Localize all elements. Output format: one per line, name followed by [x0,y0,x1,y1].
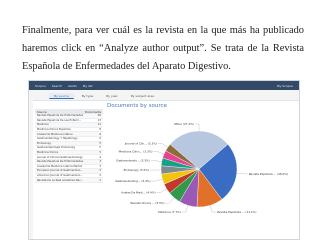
tab-by-year[interactable]: By year [101,93,122,99]
document-count: 5 [99,146,101,150]
pie-label: Revista Española ... (26.0%) [249,172,288,176]
document-count: 26 [97,114,101,118]
tab-by-type[interactable]: By type [77,93,99,99]
source-name[interactable]: Journal of Clinical Gastroenterology [37,156,83,159]
pie-label: Medicina Clinic... (3.3%) [119,150,153,154]
pie-label: Anales De Medi... (4.4%) [121,190,156,194]
source-name[interactable]: Medicina Clínica [37,151,58,154]
document-count: 5 [99,151,101,155]
pie-label: Journal of Clin... (3.3%) [124,141,157,145]
chart-title: Documents by source [107,103,167,109]
document-count: 3 [99,160,101,164]
pie-label: Revista Española ... (11.1%) [217,210,256,214]
slide-paragraph: Finalmente, para ver cuál es la revista … [22,25,304,72]
source-table: Source Documents Revista Española De Enf… [35,109,103,237]
pie-leader-line [156,188,167,193]
column-header-documents[interactable]: Documents [85,110,101,114]
document-count: 8 [99,128,101,132]
analysis-body: Source Documents Revista Española De Enf… [33,100,299,239]
document-count: 11 [97,123,101,127]
source-name[interactable]: European Journal of Gastroentero... [37,169,83,172]
source-name[interactable]: Revista Española De Las Enferm... [37,119,81,122]
pie-label: Revista Clínica ... (5.5%) [130,201,164,205]
document-count: 5 [99,141,101,145]
pie-leader-line [181,205,189,213]
tab-by-source[interactable]: By source [49,93,74,99]
source-name[interactable]: Revista De La Real Academia Nac... [37,179,83,182]
pie-leader-line [157,143,168,148]
top-navigation-bar: Scopus Search Alerts My list My Scopus [29,81,299,90]
chart-area: Revista Española ... (26.0%) Revista Espa… [107,103,297,237]
document-count: 3 [99,169,101,173]
scopus-screenshot: Scopus Search Alerts My list My Scopus B… [28,80,300,240]
nav-item-alerts[interactable]: Alerts [62,84,77,88]
document-count: 2 [99,178,101,182]
source-name[interactable]: American Journal of Gastroentero... [37,174,83,177]
document-count: 2 [99,174,101,178]
table-row[interactable]: Revista De La Real Academia Nac... 2 [35,178,103,183]
source-name[interactable]: Gastroenterology Y Hepatology [37,137,78,140]
source-name[interactable]: Anales De Medicina Interna [37,133,73,136]
document-count: 6 [99,137,101,141]
document-count: 6 [99,132,101,136]
source-name[interactable]: Endoscopy [37,142,51,145]
pie-leader-line [209,205,217,213]
pie-label: Medicina (7.7%) [158,210,181,214]
pie-label: Other (27.4%) [174,122,194,126]
source-name[interactable]: Revista Española De Enfermedades [37,160,83,163]
source-name[interactable]: Medicina [37,123,49,126]
pie-leader-line [153,151,165,155]
pie-label: Endoscopy (3.5%) [124,168,149,172]
nav-item-my-list[interactable]: My list [77,84,93,88]
table-rows: Revista Española De Enfermedades... 26 Rev… [35,114,103,183]
pie-label: Gastroenterolo... (3.3%) [116,158,150,162]
source-name[interactable]: Revista Española De Enfermedades... [37,114,83,117]
nav-item-my-scopus[interactable]: My Scopus [271,84,299,88]
pie-leader-line [195,123,200,131]
source-name[interactable]: Medicina Clínica Española [37,128,71,131]
document-count: 3 [99,164,101,168]
nav-item-scopus[interactable]: Scopus [29,84,46,88]
pie-leader-line [151,179,163,182]
column-header-source[interactable]: Source [37,110,47,114]
nav-item-search[interactable]: Search [46,84,62,88]
pie-label: Gastroenterolog... (4.4%) [115,179,150,183]
document-count: 4 [99,155,101,159]
source-name[interactable]: Anales De Medicina Interna Madrid [37,165,82,168]
pie-leader-line [150,160,162,162]
pie-chart: Revista Española ... (26.0%) Revista Espa… [115,122,288,214]
analysis-tabs: By source By type By year By subject are… [49,93,293,99]
pie-leader-line [236,172,248,175]
tab-by-subject-area[interactable]: By subject area [126,93,159,99]
pie-leader-line [165,197,175,204]
source-name[interactable]: Gastroenterologia Endoscopy [37,146,75,149]
document-count: 13 [97,118,101,122]
